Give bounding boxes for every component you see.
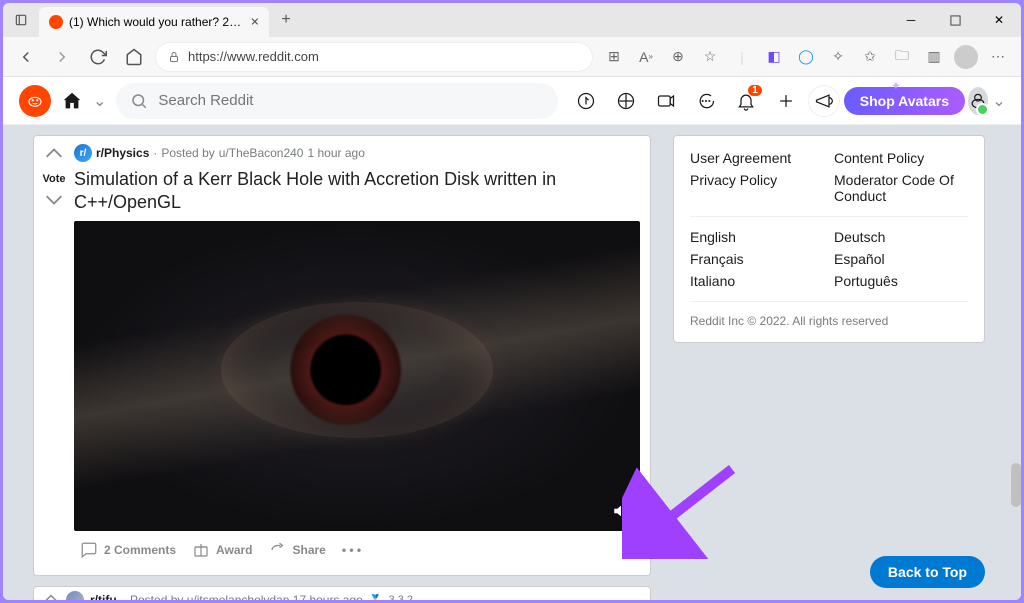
browser-addressbar: https://www.reddit.com ⊞ A» ⊕ ☆ | ◧ ◯ ✧ … [3,37,1021,77]
search-bar[interactable] [116,83,557,119]
favorites-icon[interactable]: ✩ [855,42,885,72]
new-tab-button[interactable]: + [269,3,303,37]
window-maximize-button[interactable] [933,3,977,37]
post-title[interactable]: Simulation of a Kerr Black Hole with Acc… [74,168,640,213]
ext2-icon[interactable]: ◯ [791,42,821,72]
browser-tab[interactable]: (1) Which would you rather? 200… × [39,7,269,37]
subreddit-icon[interactable] [66,591,84,600]
lang-deutsch[interactable]: Deutsch [834,229,968,245]
vote-count: Vote [38,173,70,185]
ext1-icon[interactable]: ◧ [759,42,789,72]
tab-title: (1) Which would you rather? 200… [69,15,245,29]
notif-badge: 1 [748,85,762,96]
favorites-add-icon[interactable]: ☆ [695,42,725,72]
sep: | [727,42,757,72]
talk-icon[interactable] [648,83,684,119]
post2-meta: · Posted by u/itsmelancholydan 17 hours … [123,593,363,600]
more-actions-button[interactable]: • • • [336,539,367,561]
home-icon[interactable] [61,90,83,112]
link-user-agreement[interactable]: User Agreement [690,150,824,166]
mute-toggle[interactable] [612,502,630,523]
url-text: https://www.reddit.com [188,49,319,64]
post-card[interactable]: Vote r/ r/Physics · Posted by u/TheBacon… [33,135,651,576]
read-aloud-icon[interactable]: A» [631,42,661,72]
browser-titlebar: (1) Which would you rather? 200… × + ─ ✕ [3,3,1021,37]
coins-icon[interactable] [608,83,644,119]
create-post-button[interactable] [768,83,804,119]
link-content-policy[interactable]: Content Policy [834,150,968,166]
collections-icon[interactable]: 🗀 [887,42,917,72]
subreddit-link[interactable]: r/tifu [90,593,117,600]
nav-refresh-button[interactable] [83,42,113,72]
upvote-button[interactable] [38,144,70,171]
post-meta: r/ r/Physics · Posted by u/TheBacon240 1… [74,144,640,162]
user-menu[interactable]: ⌄ [969,83,1005,119]
comments-button[interactable]: 2 Comments [74,537,182,563]
search-input[interactable] [158,92,543,109]
lang-francais[interactable]: Français [690,251,824,267]
award-button[interactable]: Award [186,537,258,563]
snoo-avatar-icon [968,87,988,115]
extensions-icon[interactable]: ✧ [823,42,853,72]
post-card-next[interactable]: r/tifu · Posted by u/itsmelancholydan 17… [33,586,651,600]
lang-english[interactable]: English [690,229,824,245]
nav-forward-button[interactable] [47,42,77,72]
chat-icon[interactable] [688,83,724,119]
sidebar-footer-box: User Agreement Content Policy Privacy Po… [673,135,985,343]
reddit-header: ⌄ 1 Shop Avatars ⌄ [3,77,1021,125]
window-close-button[interactable]: ✕ [977,3,1021,37]
zoom-icon[interactable]: ⊕ [663,42,693,72]
scrollbar-thumb[interactable] [1011,463,1021,507]
tab-actions-button[interactable] [3,3,39,37]
search-icon [130,92,148,110]
downvote-button[interactable] [38,187,70,214]
split-screen-icon[interactable]: ⊞ [599,42,629,72]
reddit-logo-icon[interactable] [19,85,51,117]
post-media[interactable] [74,221,640,531]
content-area: Vote r/ r/Physics · Posted by u/TheBacon… [3,125,1021,600]
chevron-down-icon[interactable]: ⌄ [93,91,106,111]
more-button[interactable]: ⋯ [983,42,1013,72]
link-privacy-policy[interactable]: Privacy Policy [690,172,824,204]
subreddit-icon[interactable]: r/ [74,144,92,162]
subreddit-link[interactable]: r/Physics [96,146,149,160]
shop-label: Shop Avatars [860,93,949,109]
notifications-button[interactable]: 1 [728,83,764,119]
lang-portugues[interactable]: Português [834,273,968,289]
popular-icon[interactable] [568,83,604,119]
author-link[interactable]: u/TheBacon240 [219,146,304,160]
shop-avatars-button[interactable]: Shop Avatars [844,87,965,115]
copyright-text: Reddit Inc © 2022. All rights reserved [690,314,968,328]
browser-essentials-icon[interactable]: ▥ [919,42,949,72]
post2-awards: 3 3 2 [389,594,413,600]
share-button[interactable]: Share [263,537,332,563]
close-tab-button[interactable]: × [251,14,259,30]
profile-button[interactable] [951,42,981,72]
window-minimize-button[interactable]: ─ [889,3,933,37]
profile-avatar-icon [954,45,978,69]
post-age: 1 hour ago [307,146,364,160]
lock-icon [168,51,180,63]
nav-back-button[interactable] [11,42,41,72]
vote-column: Vote [34,136,74,575]
lang-espanol[interactable]: Español [834,251,968,267]
lang-italiano[interactable]: Italiano [690,273,824,289]
upvote-small-icon[interactable] [42,591,60,600]
post-actions: 2 Comments Award Share • • • [74,531,640,571]
back-to-top-button[interactable]: Back to Top [870,556,985,588]
advertise-icon[interactable] [808,85,840,117]
link-mod-code-of-conduct[interactable]: Moderator Code Of Conduct [834,172,968,204]
reddit-favicon-icon [49,15,63,29]
url-field[interactable]: https://www.reddit.com [155,42,593,72]
posted-by-prefix: Posted by [161,146,214,160]
nav-home-button[interactable] [119,42,149,72]
